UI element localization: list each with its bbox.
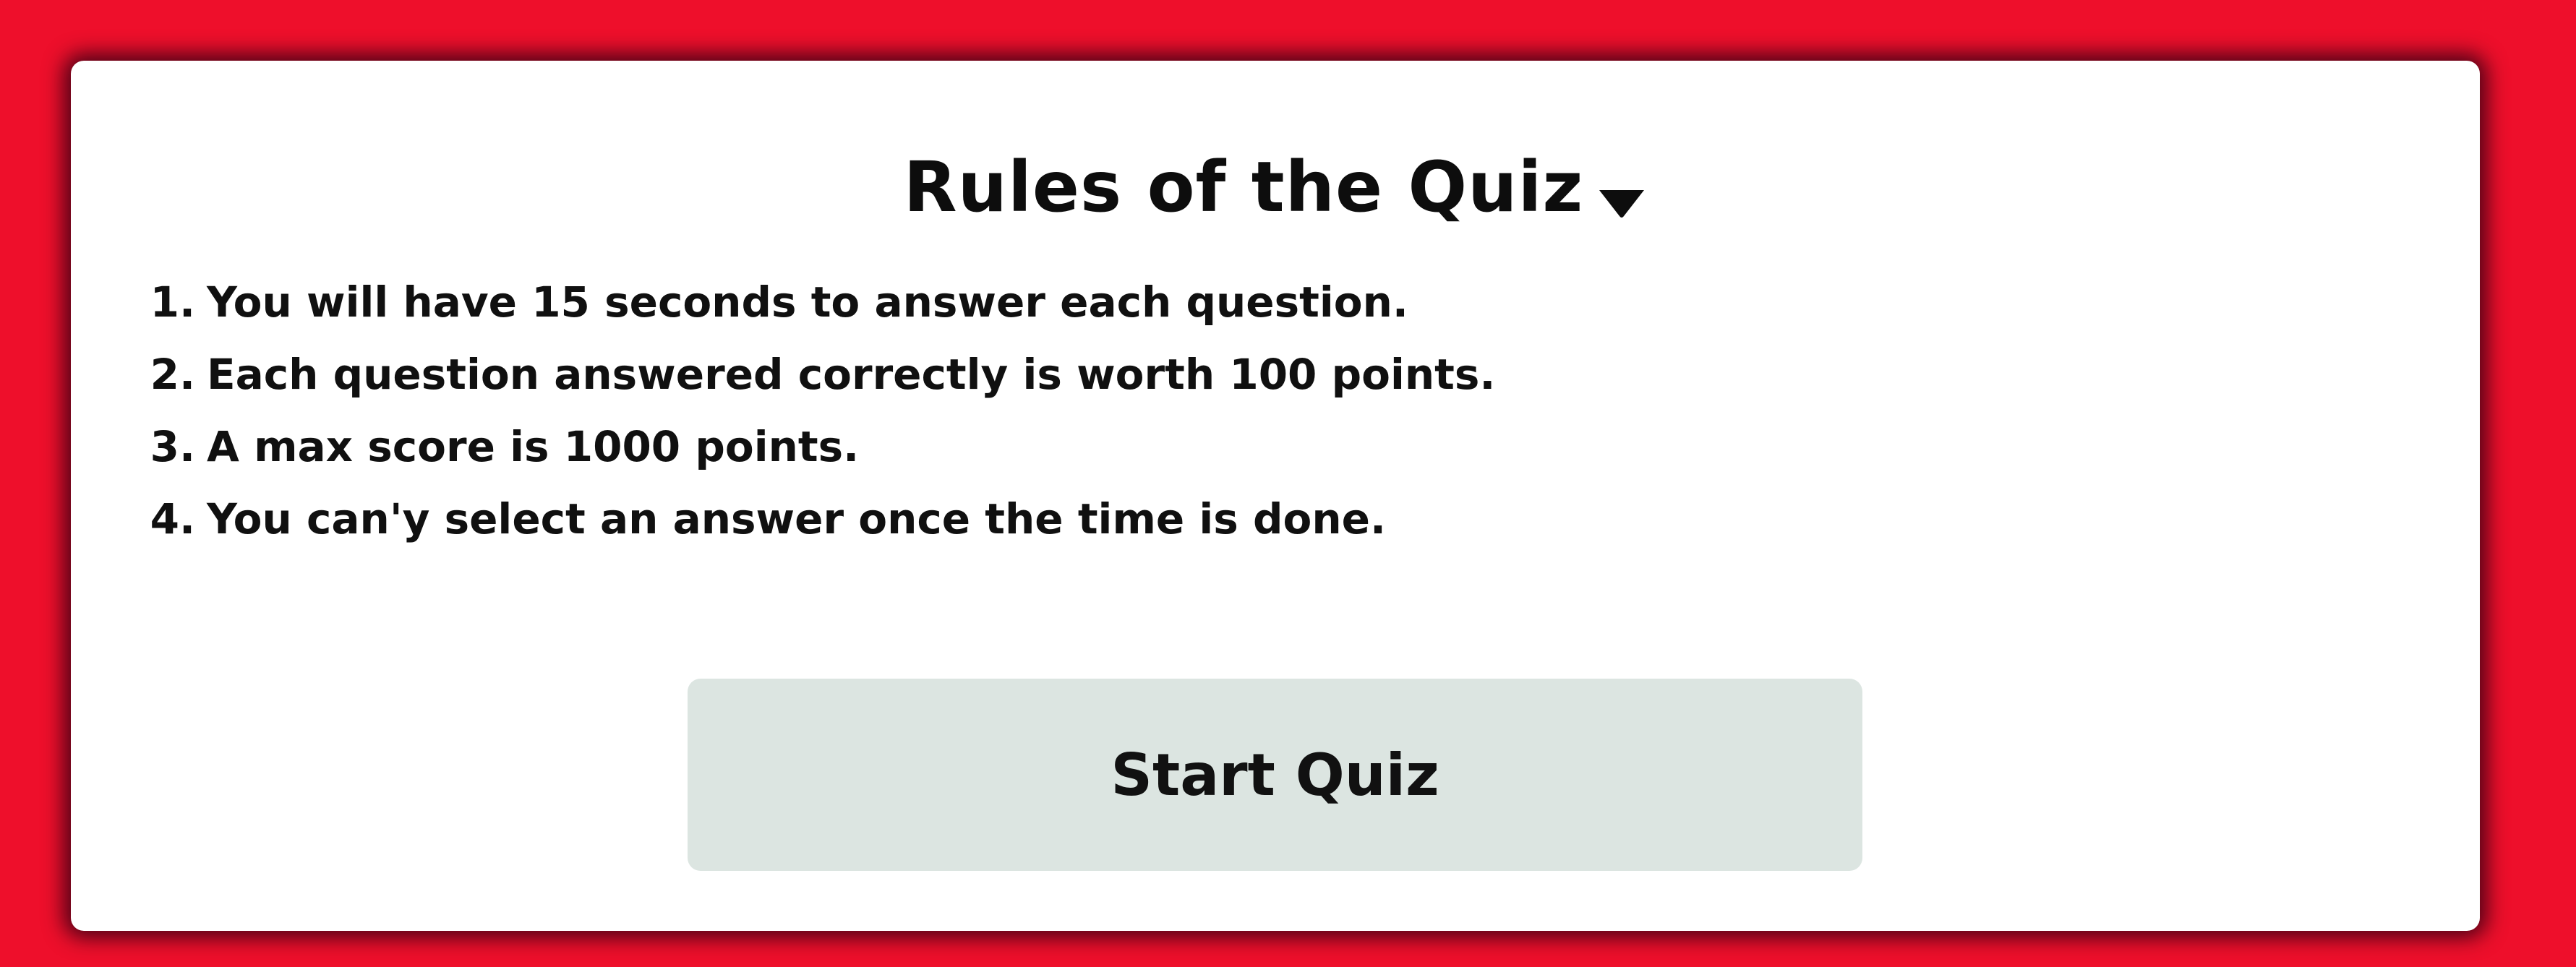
rule-text: A max score is 1000 points.: [207, 422, 860, 471]
rules-header[interactable]: Rules of the Quiz: [71, 133, 2480, 241]
rule-item: 2. Each question answered correctly is w…: [136, 350, 2233, 422]
rule-number: 1.: [150, 278, 195, 327]
rules-list: 1. You will have 15 seconds to answer ea…: [136, 278, 2233, 567]
caret-down-icon[interactable]: [1596, 186, 1647, 220]
rule-text: Each question answered correctly is wort…: [207, 350, 1496, 399]
rule-number: 2.: [150, 350, 195, 399]
rule-item: 4. You can'y select an answer once the t…: [136, 494, 2233, 567]
rule-number: 3.: [150, 422, 195, 471]
rule-number: 4.: [150, 494, 195, 543]
rules-card: Rules of the Quiz 1. You will have 15 se…: [71, 61, 2480, 931]
rule-text: You will have 15 seconds to answer each …: [207, 278, 1408, 327]
page-title: Rules of the Quiz: [903, 147, 1584, 228]
rule-text: You can'y select an answer once the time…: [207, 494, 1387, 543]
start-quiz-button[interactable]: Start Quiz: [688, 679, 1862, 871]
rule-item: 3. A max score is 1000 points.: [136, 422, 2233, 494]
rule-item: 1. You will have 15 seconds to answer ea…: [136, 278, 2233, 350]
